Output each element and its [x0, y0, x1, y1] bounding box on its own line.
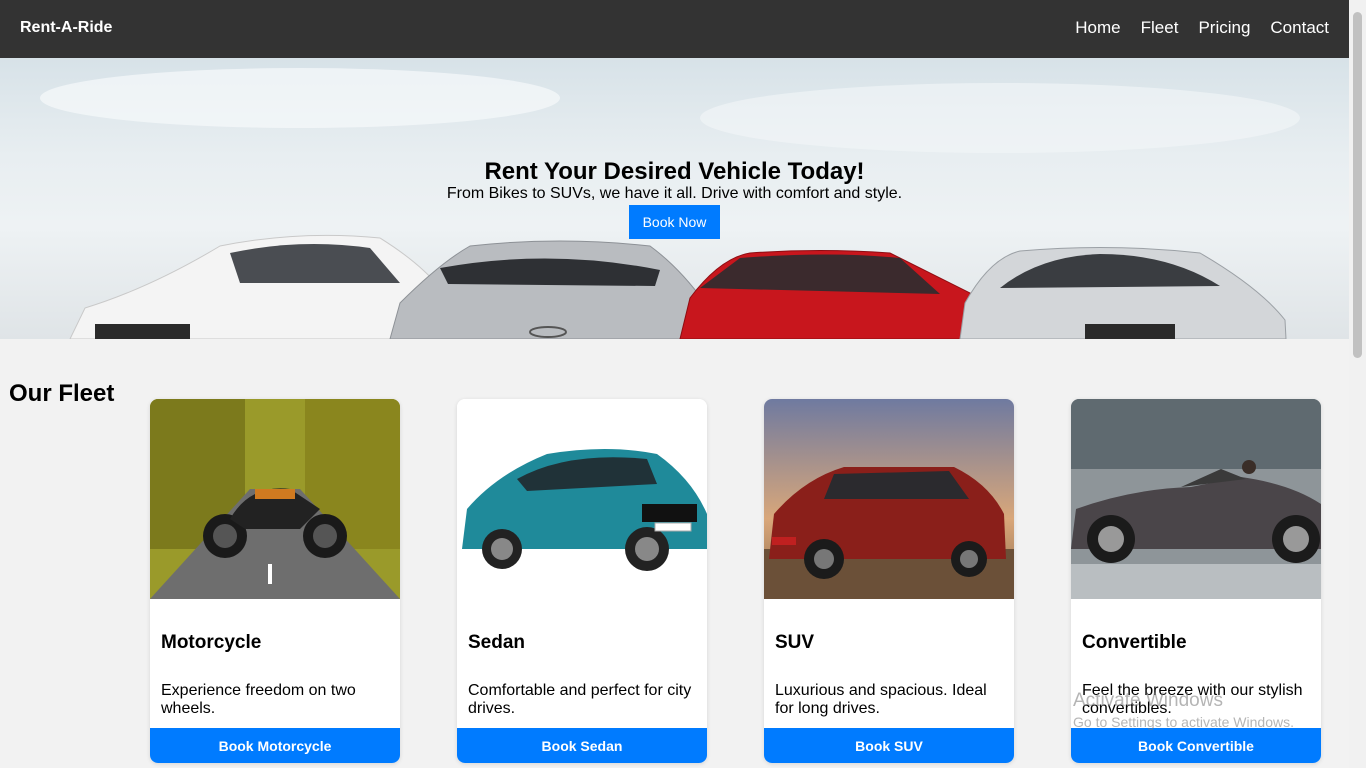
hero-subtitle: From Bikes to SUVs, we have it all. Driv…: [446, 185, 903, 202]
scrollbar-thumb[interactable]: [1353, 12, 1362, 358]
book-motorcycle-button[interactable]: Book Motorcycle: [150, 728, 400, 763]
brand-logo[interactable]: Rent-A-Ride: [20, 19, 112, 37]
book-convertible-button[interactable]: Book Convertible: [1071, 728, 1321, 763]
book-suv-button[interactable]: Book SUV: [764, 728, 1014, 763]
fleet-card-suv: SUV Luxurious and spacious. Ideal for lo…: [764, 399, 1014, 763]
hero-title: Rent Your Desired Vehicle Today!: [484, 158, 865, 185]
motorcycle-image: [150, 399, 400, 599]
card-title: Motorcycle: [161, 632, 262, 653]
nav-link-pricing[interactable]: Pricing: [1198, 18, 1250, 38]
fleet-card-sedan: Sedan Comfortable and perfect for city d…: [457, 399, 707, 763]
sedan-image: [457, 399, 707, 599]
card-description: Luxurious and spacious. Ideal for long d…: [775, 682, 987, 717]
fleet-section-title: Our Fleet: [9, 380, 115, 407]
page-scrollbar[interactable]: [1349, 0, 1366, 768]
convertible-image: [1071, 399, 1321, 599]
card-title: SUV: [775, 632, 815, 653]
card-description: Experience freedom on two wheels.: [161, 682, 356, 717]
card-description: Comfortable and perfect for city drives.: [468, 682, 692, 717]
book-now-button[interactable]: Book Now: [629, 205, 720, 239]
book-sedan-button[interactable]: Book Sedan: [457, 728, 707, 763]
nav-link-fleet[interactable]: Fleet: [1141, 18, 1179, 38]
card-title: Convertible: [1082, 632, 1187, 653]
nav-link-home[interactable]: Home: [1075, 18, 1120, 38]
nav-links: Home Fleet Pricing Contact: [1075, 18, 1329, 38]
hero-banner: Rent Your Desired Vehicle Today! From Bi…: [0, 58, 1349, 339]
fleet-card-motorcycle: Motorcycle Experience freedom on two whe…: [150, 399, 400, 763]
activate-windows-hint: Go to Settings to activate Windows.: [1073, 714, 1294, 730]
card-title: Sedan: [468, 632, 526, 653]
nav-link-contact[interactable]: Contact: [1270, 18, 1329, 38]
activate-windows-watermark: Activate Windows: [1073, 690, 1223, 711]
navbar: Rent-A-Ride Home Fleet Pricing Contact: [0, 0, 1349, 58]
suv-image: [764, 399, 1014, 599]
